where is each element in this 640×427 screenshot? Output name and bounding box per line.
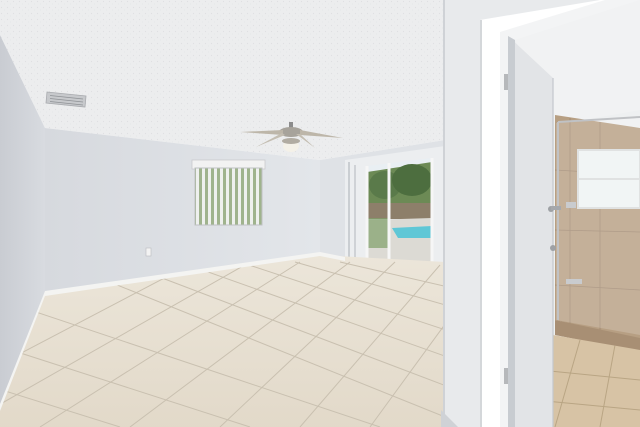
window-with-vertical-blinds [191, 159, 266, 226]
door-hinge [504, 74, 508, 90]
wall-outlet [145, 247, 152, 257]
open-door [504, 36, 561, 427]
room-scene [0, 0, 640, 427]
pool [392, 226, 432, 238]
